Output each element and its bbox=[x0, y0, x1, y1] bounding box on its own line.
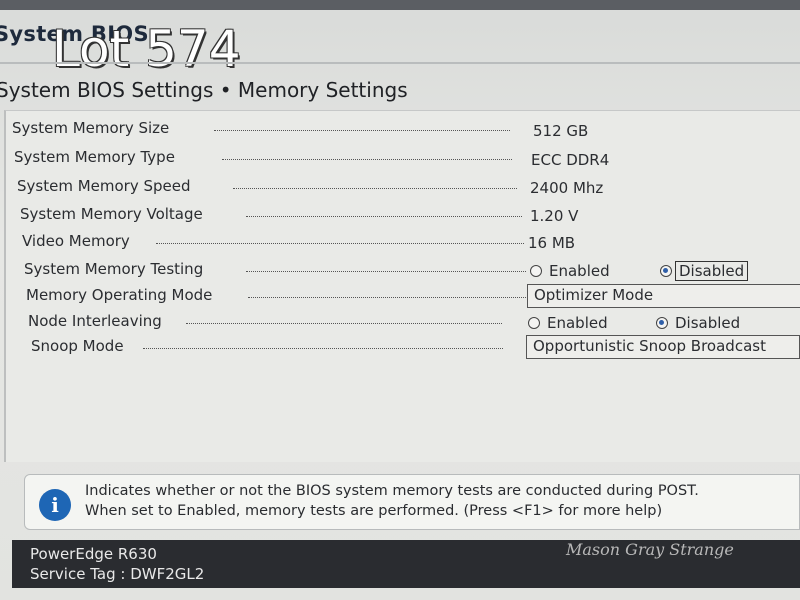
setting-row-memory-type: System Memory Type ECC DDR4 bbox=[14, 148, 800, 170]
help-text-line-1: Indicates whether or not the BIOS system… bbox=[85, 483, 699, 499]
setting-row-snoop-mode: Snoop Mode Opportunistic Snoop Broadcast bbox=[31, 335, 800, 359]
setting-value: ECC DDR4 bbox=[531, 151, 610, 169]
memory-testing-enabled-radio[interactable]: Enabled bbox=[530, 262, 610, 280]
setting-row-memory-testing: System Memory Testing Enabled Disabled bbox=[24, 260, 800, 282]
memory-testing-disabled-radio[interactable]: Disabled bbox=[660, 261, 749, 281]
dotted-leader bbox=[156, 243, 524, 244]
snoop-mode-select[interactable]: Opportunistic Snoop Broadcast bbox=[526, 335, 800, 359]
setting-value: 1.20 V bbox=[530, 207, 579, 225]
dotted-leader bbox=[214, 130, 510, 131]
setting-label: System Memory Size bbox=[12, 119, 170, 137]
dotted-leader bbox=[222, 159, 512, 160]
radio-option-label: Disabled bbox=[675, 314, 741, 332]
dotted-leader bbox=[186, 323, 502, 324]
lot-overlay-label: Lot 574 bbox=[52, 20, 241, 78]
radio-unselected-icon bbox=[530, 265, 542, 277]
dotted-leader bbox=[248, 297, 528, 298]
radio-option-label: Disabled bbox=[675, 261, 749, 281]
dotted-leader bbox=[246, 271, 526, 272]
dotted-leader bbox=[233, 188, 517, 189]
radio-option-label: Enabled bbox=[547, 314, 608, 332]
setting-row-operating-mode: Memory Operating Mode Optimizer Mode bbox=[26, 284, 800, 308]
setting-value: 16 MB bbox=[528, 234, 576, 252]
setting-label: Video Memory bbox=[22, 232, 130, 250]
radio-selected-icon bbox=[660, 265, 672, 277]
setting-label: System Memory Type bbox=[14, 148, 175, 166]
setting-row-node-interleaving: Node Interleaving Enabled Disabled bbox=[28, 312, 800, 334]
radio-unselected-icon bbox=[528, 317, 540, 329]
system-model: PowerEdge R630 bbox=[30, 545, 157, 563]
radio-selected-icon bbox=[656, 317, 668, 329]
help-panel: i Indicates whether or not the BIOS syst… bbox=[24, 474, 800, 530]
setting-row-memory-voltage: System Memory Voltage 1.20 V bbox=[20, 205, 800, 227]
setting-value: 2400 Mhz bbox=[530, 179, 604, 197]
setting-value: 512 GB bbox=[533, 122, 589, 140]
setting-label: Memory Operating Mode bbox=[26, 286, 213, 304]
setting-label: System Memory Voltage bbox=[20, 205, 203, 223]
bios-screen: System BIOS Lot 574 System BIOS Settings… bbox=[0, 0, 800, 600]
help-text-line-2: When set to Enabled, memory tests are pe… bbox=[85, 503, 663, 519]
title-divider bbox=[0, 62, 800, 64]
setting-label: Snoop Mode bbox=[31, 337, 124, 355]
breadcrumb: System BIOS Settings • Memory Settings bbox=[0, 78, 408, 102]
node-interleaving-disabled-radio[interactable]: Disabled bbox=[656, 314, 740, 332]
setting-label: Node Interleaving bbox=[28, 312, 162, 330]
photographer-watermark: Mason Gray Strange bbox=[566, 540, 734, 559]
service-tag: Service Tag : DWF2GL2 bbox=[30, 565, 205, 583]
info-icon: i bbox=[39, 489, 71, 521]
setting-row-memory-speed: System Memory Speed 2400 Mhz bbox=[17, 177, 800, 199]
dotted-leader bbox=[246, 216, 522, 217]
setting-label: System Memory Testing bbox=[24, 260, 204, 278]
radio-option-label: Enabled bbox=[549, 262, 610, 280]
setting-row-memory-size: System Memory Size 512 GB bbox=[12, 119, 800, 141]
setting-row-video-memory: Video Memory 16 MB bbox=[22, 232, 800, 254]
node-interleaving-enabled-radio[interactable]: Enabled bbox=[528, 314, 608, 332]
window-top-strip bbox=[0, 0, 800, 10]
operating-mode-select[interactable]: Optimizer Mode bbox=[527, 284, 800, 308]
setting-label: System Memory Speed bbox=[17, 177, 191, 195]
dotted-leader bbox=[143, 348, 503, 349]
